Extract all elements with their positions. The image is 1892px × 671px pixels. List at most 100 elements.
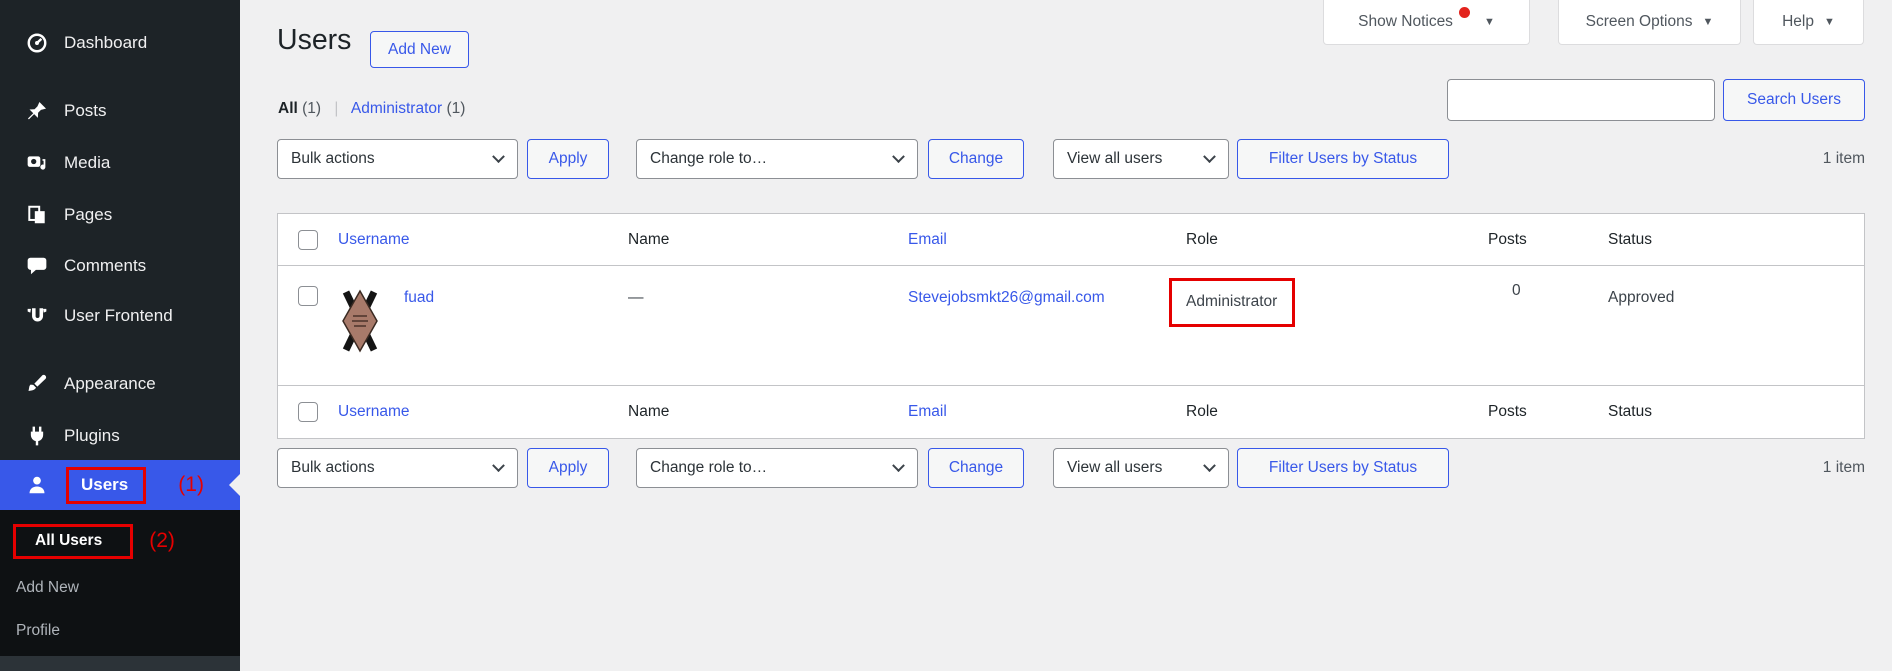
notification-dot-icon (1458, 6, 1470, 18)
sidebar-item-label: Comments (64, 256, 147, 275)
email-link[interactable]: Stevejobsmkt26@gmail.com (908, 289, 1105, 307)
user-frontend-icon (26, 305, 48, 327)
caret-down-icon: ▼ (1824, 16, 1835, 28)
change-button[interactable]: Change (928, 139, 1024, 179)
sidebar-item-label: User Frontend (64, 306, 173, 325)
caret-down-icon: ▼ (1483, 16, 1495, 28)
chevron-down-icon (492, 458, 505, 472)
table-header-row: Username Name Email Role Posts Status (278, 214, 1864, 266)
chevron-down-icon (892, 149, 905, 163)
paintbrush-icon (26, 373, 48, 395)
username-link[interactable]: fuad (404, 289, 434, 307)
change-button[interactable]: Change (928, 448, 1024, 488)
sidebar-item-dashboard[interactable]: Dashboard (0, 24, 240, 62)
caret-down-icon: ▼ (1702, 16, 1714, 28)
current-menu-arrow-icon (229, 474, 240, 496)
show-notices-tab[interactable]: Show Notices ▼ (1323, 0, 1530, 45)
row-checkbox[interactable] (298, 286, 318, 306)
help-tab[interactable]: Help ▼ (1753, 0, 1864, 45)
sidebar-item-label: Pages (64, 205, 113, 224)
view-administrator-count: (1) (446, 100, 466, 117)
sidebar-item-users[interactable]: Users (1) (0, 460, 240, 510)
view-all-users-value: View all users (1067, 459, 1163, 476)
select-all-checkbox[interactable] (298, 402, 318, 422)
sidebar-item-plugins[interactable]: Plugins (0, 417, 240, 455)
change-role-select[interactable]: Change role to… (636, 448, 918, 488)
help-label: Help (1782, 13, 1814, 30)
table-row: fuad — Stevejobsmkt26@gmail.com Administ… (278, 266, 1864, 386)
view-administrator-link[interactable]: Administrator (351, 100, 442, 117)
submenu-item-all-users[interactable]: All Users (2) (0, 523, 240, 559)
bulk-actions-value: Bulk actions (291, 459, 375, 476)
page-title: Users (277, 24, 352, 56)
sidebar-item-label: Appearance (64, 374, 156, 393)
column-header-username[interactable]: Username (338, 231, 410, 249)
annotation-box-all-users: All Users (13, 523, 134, 559)
sidebar-item-user-frontend[interactable]: User Frontend (0, 297, 240, 335)
chevron-down-icon (1203, 458, 1216, 472)
column-header-username[interactable]: Username (338, 403, 410, 421)
change-role-value: Change role to… (650, 150, 768, 167)
screen-options-label: Screen Options (1585, 13, 1693, 30)
media-icon (26, 152, 48, 174)
item-count: 1 item (1822, 459, 1865, 476)
status-value: Approved (1608, 289, 1675, 306)
apply-button[interactable]: Apply (527, 448, 609, 488)
annotation-box-users: Users (66, 466, 147, 504)
bulk-actions-value: Bulk actions (291, 150, 375, 167)
view-all-link[interactable]: All (278, 100, 298, 117)
sidebar-item-label: Dashboard (64, 33, 148, 52)
column-header-email[interactable]: Email (908, 403, 947, 421)
annotation-number-1: (1) (178, 473, 204, 496)
pushpin-icon (26, 100, 48, 122)
users-icon (26, 474, 48, 496)
search-users-button[interactable]: Search Users (1723, 79, 1865, 121)
change-role-value: Change role to… (650, 459, 768, 476)
chevron-down-icon (892, 458, 905, 472)
posts-count: 0 (1512, 282, 1521, 299)
submenu-item-add-new[interactable]: Add New (0, 571, 240, 605)
item-count: 1 item (1822, 150, 1865, 167)
sidebar-bottom-divider (0, 656, 240, 671)
chevron-down-icon (492, 149, 505, 163)
plug-icon (26, 425, 48, 447)
apply-button[interactable]: Apply (527, 139, 609, 179)
sidebar-item-comments[interactable]: Comments (0, 247, 240, 285)
submenu-item-label: Profile (16, 622, 60, 639)
table-footer-row: Username Name Email Role Posts Status (278, 386, 1864, 438)
sidebar-item-media[interactable]: Media (0, 144, 240, 182)
filter-users-by-status-button[interactable]: Filter Users by Status (1237, 448, 1449, 488)
screen-options-tab[interactable]: Screen Options ▼ (1558, 0, 1741, 45)
sidebar-item-posts[interactable]: Posts (0, 92, 240, 130)
column-header-role: Role (1186, 403, 1218, 420)
sidebar-item-pages[interactable]: Pages (0, 196, 240, 234)
annotation-box-role: Administrator (1169, 278, 1296, 327)
submenu-item-label: Add New (16, 579, 79, 596)
filter-users-by-status-button[interactable]: Filter Users by Status (1237, 139, 1449, 179)
name-value: — (628, 289, 644, 306)
column-header-posts: Posts (1488, 230, 1527, 248)
sidebar-item-label: Media (64, 153, 111, 172)
comment-bubble-icon (26, 255, 48, 277)
select-all-checkbox[interactable] (298, 229, 318, 250)
sidebar-item-appearance[interactable]: Appearance (0, 365, 240, 403)
column-header-email[interactable]: Email (908, 231, 947, 249)
sidebar-item-label: Plugins (64, 426, 120, 445)
submenu-item-profile[interactable]: Profile (0, 614, 240, 648)
change-role-select[interactable]: Change role to… (636, 139, 918, 179)
view-all-users-select[interactable]: View all users (1053, 139, 1229, 179)
bulk-actions-select[interactable]: Bulk actions (277, 448, 518, 488)
bulk-actions-select[interactable]: Bulk actions (277, 139, 518, 179)
add-new-button[interactable]: Add New (370, 31, 469, 68)
annotation-number-2: (2) (149, 529, 175, 552)
sidebar-item-label: Users (81, 474, 129, 494)
chevron-down-icon (1203, 149, 1216, 163)
admin-sidebar: Dashboard Posts Media Pages Comments Use… (0, 0, 240, 671)
submenu-item-label: All Users (35, 531, 103, 549)
view-all-users-value: View all users (1067, 150, 1163, 167)
pages-icon (26, 204, 48, 226)
view-all-users-select[interactable]: View all users (1053, 448, 1229, 488)
search-users-input[interactable] (1447, 79, 1715, 121)
column-header-status: Status (1608, 403, 1652, 420)
column-header-name: Name (628, 403, 670, 420)
